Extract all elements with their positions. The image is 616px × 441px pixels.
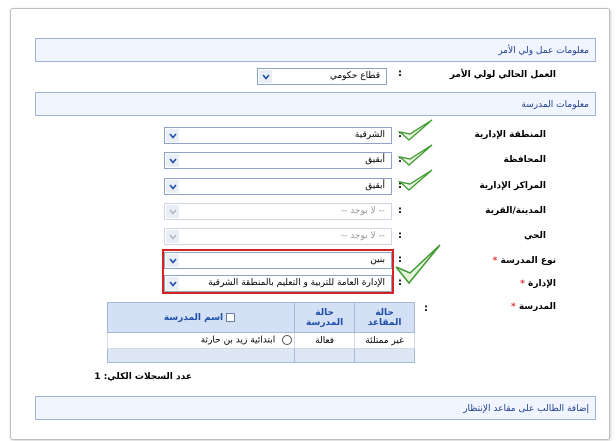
col-school-name-label: اسم المدرسة	[163, 312, 224, 323]
sort-icon[interactable]	[226, 312, 236, 322]
school-status-cell: فعالة	[294, 332, 356, 349]
city-select[interactable]: -- لا يوجد --	[164, 203, 392, 220]
colon: :	[398, 205, 402, 216]
chevron-down-icon[interactable]	[166, 180, 179, 193]
administration-label-text: الإدارة	[528, 279, 556, 289]
records-total: عدد السجلات الكلي: 1	[94, 372, 192, 382]
district-select[interactable]: -- لا يوجد --	[164, 228, 392, 245]
admin-centers-value: أبقيق	[365, 181, 385, 191]
checkmark-icon	[398, 144, 433, 166]
district-value: -- لا يوجد --	[340, 231, 385, 241]
school-type-select[interactable]: بنين	[164, 252, 392, 269]
col-header-school-status: حالة المدرسة	[294, 302, 356, 333]
school-name-cell[interactable]: ابتدائية زيد بن حارثة	[106, 332, 296, 349]
administration-select[interactable]: الإدارة العامة للتربية و التعليم بالمنطق…	[164, 275, 392, 292]
school-label: * المدرسة	[511, 302, 556, 312]
governorate-label: المحافظة	[503, 155, 546, 165]
school-label-text: المدرسة	[518, 302, 556, 312]
governorate-select[interactable]: أبقيق	[164, 152, 392, 169]
schools-table: اسم المدرسة حالة المدرسة حالة المقاعد اب…	[106, 302, 415, 363]
school-radio[interactable]	[282, 335, 293, 346]
current-work-select[interactable]: قطاع حكومي	[257, 68, 387, 85]
colon: :	[398, 68, 402, 79]
chevron-down-icon[interactable]	[166, 205, 179, 218]
chevron-down-icon[interactable]	[259, 70, 272, 83]
table-footer	[106, 348, 415, 363]
colon: :	[398, 230, 402, 241]
checkmark-icon	[398, 119, 433, 141]
colon: :	[424, 303, 428, 314]
required-mark: *	[510, 302, 516, 312]
school-name-text: ابتدائية زيد بن حارثة	[200, 335, 276, 346]
admin-centers-select[interactable]: أبقيق	[164, 178, 392, 195]
current-work-value: قطاع حكومي	[329, 71, 380, 81]
col-header-seats-status: حالة المقاعد	[354, 302, 415, 333]
region-select[interactable]: الشرقية	[164, 127, 392, 144]
district-label: الحي	[523, 231, 546, 241]
waiting-seats-section-header[interactable]: إضافة الطالب على مقاعد الإنتظار	[35, 396, 596, 420]
chevron-down-icon[interactable]	[166, 154, 179, 167]
footer-cell	[106, 348, 296, 363]
administration-label: * الإدارة	[520, 279, 556, 289]
parent-work-section-header: معلومات عمل ولي الأمر	[35, 38, 596, 62]
city-value: -- لا يوجد --	[340, 206, 385, 216]
school-type-label: * نوع المدرسة	[493, 256, 556, 266]
school-type-label-text: نوع المدرسة	[500, 256, 557, 266]
checkmark-icon	[398, 169, 433, 191]
chevron-down-icon[interactable]	[166, 254, 179, 267]
city-label: المدينة/القرية	[485, 206, 546, 216]
col-header-school-name[interactable]: اسم المدرسة	[106, 302, 296, 333]
school-type-value: بنين	[370, 255, 385, 265]
table-row[interactable]: ابتدائية زيد بن حارثة فعالة غير ممتلئة	[106, 332, 415, 349]
admin-centers-label: المراكز الإدارية	[479, 181, 546, 191]
current-work-label: العمل الحالي لولي الأمر	[449, 70, 556, 80]
governorate-value: أبقيق	[365, 155, 385, 165]
chevron-down-icon[interactable]	[166, 277, 179, 290]
checkmark-icon	[395, 244, 441, 285]
region-label: المنطقة الإدارية	[474, 130, 546, 140]
administration-value: الإدارة العامة للتربية و التعليم بالمنطق…	[208, 278, 385, 288]
chevron-down-icon[interactable]	[166, 129, 179, 142]
chevron-down-icon[interactable]	[166, 230, 179, 243]
required-mark: *	[492, 256, 498, 266]
seats-status-cell: غير ممتلئة	[354, 332, 415, 349]
footer-cell	[294, 348, 356, 363]
region-value: الشرقية	[354, 130, 385, 140]
footer-cell	[354, 348, 415, 363]
required-mark: *	[520, 279, 525, 289]
school-info-section-header: معلومات المدرسة	[35, 92, 596, 116]
